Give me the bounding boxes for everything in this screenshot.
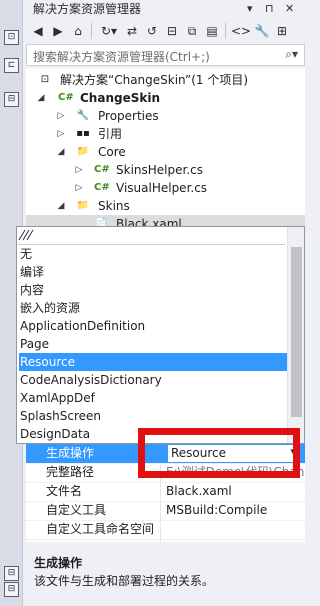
dropdown-option[interactable]: 内容 (19, 281, 287, 299)
description-pane: 生成操作 该文件与生成和部署过程的关系。 (26, 548, 305, 606)
dropdown-option[interactable]: 嵌入的资源 (19, 299, 287, 317)
wrench-icon: 🔧 (76, 110, 90, 121)
toolbar: ◀ ▶ ⌂ ↻▾ ⇄ ↺ ⊟ ⧉ ▤ <> 🔧 ⊞ (23, 18, 305, 44)
expanded-arrow-icon[interactable]: ◢ (36, 89, 46, 107)
window-title: 解决方案资源管理器 (33, 2, 142, 16)
property-name: 完整路径 (46, 465, 95, 479)
solution-icon: ⊡ (40, 74, 50, 85)
description-text: 该文件与生成和部署过程的关系。 (34, 574, 215, 588)
solution-tree: ⊡ 解决方案“ChangeSkin”(1 个项目) ◢ C# ChangeSki… (26, 68, 305, 233)
folder-icon: 📁 (76, 200, 90, 211)
property-value: MSBuild:Compile (166, 503, 268, 517)
collapsed-arrow-icon[interactable]: ▷ (56, 125, 66, 143)
tree-item-skinshelper[interactable]: ▷ C# SkinsHelper.cs (26, 161, 305, 179)
back-icon[interactable]: ◀ (29, 22, 47, 40)
property-name: 生成操作 (46, 446, 95, 460)
preview-icon[interactable]: ⊞ (273, 22, 291, 40)
resize-grip-icon[interactable] (18, 228, 285, 245)
tree-item-label: ChangeSkin (80, 91, 160, 105)
tree-item-project[interactable]: ◢ C# ChangeSkin (26, 89, 305, 107)
build-action-dropdown-list: 无 编译 内容 嵌入的资源 ApplicationDefinition Page… (16, 226, 305, 444)
copy-icon[interactable]: ⧉ (183, 22, 201, 40)
tree-item-visualhelper[interactable]: ▷ C# VisualHelper.cs (26, 179, 305, 197)
title-bar: 解决方案资源管理器 ▾ ⊓ ✕ (23, 0, 305, 18)
tree-item-label: Properties (98, 109, 159, 123)
dropdown-option-selected[interactable]: Resource (19, 353, 287, 371)
csharp-project-icon: C# (58, 92, 74, 103)
server-explorer-icon[interactable]: ⊡ (4, 30, 19, 45)
tree-item-properties[interactable]: ▷ 🔧 Properties (26, 107, 305, 125)
dropdown-option[interactable]: XamlAppDef (19, 389, 287, 407)
csharp-icon: C# (94, 164, 110, 175)
sync-icon[interactable]: ⇄ (123, 22, 141, 40)
error-list-icon[interactable]: ⊟ (4, 582, 19, 597)
tree-item-core[interactable]: ◢ 📁 Core (26, 143, 305, 161)
csharp-icon: C# (94, 182, 110, 193)
folder-icon: 📁 (76, 146, 90, 157)
property-row-custom-tool-namespace[interactable]: 自定义工具命名空间 (26, 520, 305, 540)
dropdown-option[interactable]: ApplicationDefinition (19, 317, 287, 335)
property-value: Black.xaml (166, 484, 232, 498)
properties-icon[interactable]: 🔧 (253, 22, 271, 40)
tree-item-label: VisualHelper.cs (116, 181, 208, 195)
dropdown-arrow-icon[interactable]: ▾ (247, 0, 253, 18)
history-icon[interactable]: ↻▾ (97, 22, 121, 40)
property-row-custom-tool[interactable]: 自定义工具 MSBuild:Compile (26, 501, 305, 521)
tree-item-label: Skins (98, 199, 130, 213)
collapse-all-icon[interactable]: ⊟ (163, 22, 181, 40)
expanded-arrow-icon[interactable]: ◢ (56, 143, 66, 161)
toolbar-separator (225, 23, 226, 39)
scrollbar-thumb[interactable] (291, 247, 302, 417)
collapsed-arrow-icon[interactable]: ▷ (74, 179, 84, 197)
toolbox-icon[interactable]: ⊏ (4, 58, 19, 73)
references-icon: ▪▪ (76, 128, 90, 139)
pin-icon[interactable]: ⊓ (265, 0, 274, 18)
data-sources-icon[interactable]: ⊟ (4, 92, 19, 107)
dropdown-option[interactable]: CodeAnalysisDictionary (19, 371, 287, 389)
dropdown-option[interactable]: 无 (19, 245, 287, 263)
description-title: 生成操作 (34, 556, 83, 570)
property-name: 自定义工具 (46, 503, 107, 517)
tree-item-label: Core (98, 145, 126, 159)
property-row-file-name[interactable]: 文件名 Black.xaml (26, 482, 305, 502)
tree-item-label: 解决方案“ChangeSkin”(1 个项目) (60, 73, 249, 87)
toolbar-separator (91, 23, 92, 39)
dropdown-option[interactable]: Page (19, 335, 287, 353)
dropdown-option[interactable]: 编译 (19, 263, 287, 281)
output-icon[interactable]: ⊟ (4, 566, 19, 581)
grip-lines-icon (18, 229, 34, 241)
search-icon[interactable]: ⌕▾ (285, 47, 298, 62)
forward-icon[interactable]: ▶ (49, 22, 67, 40)
property-name: 自定义工具命名空间 (46, 522, 155, 536)
close-icon[interactable]: ✕ (285, 0, 294, 18)
search-placeholder: 搜索解决方案资源管理器(Ctrl+;) (33, 50, 210, 64)
view-code-icon[interactable]: <> (231, 22, 251, 40)
search-input[interactable]: 搜索解决方案资源管理器(Ctrl+;) ⌕▾ (26, 44, 305, 66)
refresh-icon[interactable]: ↺ (143, 22, 161, 40)
tree-item-solution[interactable]: ⊡ 解决方案“ChangeSkin”(1 个项目) (26, 71, 305, 89)
tree-item-references[interactable]: ▷ ▪▪ 引用 (26, 125, 305, 143)
property-name: 文件名 (46, 484, 83, 498)
home-icon[interactable]: ⌂ (69, 22, 87, 40)
collapsed-arrow-icon[interactable]: ▷ (74, 161, 84, 179)
dropdown-option[interactable]: SplashScreen (19, 407, 287, 425)
show-all-files-icon[interactable]: ▤ (203, 22, 221, 40)
tree-item-label: 引用 (98, 127, 123, 141)
tree-item-label: SkinsHelper.cs (116, 163, 203, 177)
collapsed-arrow-icon[interactable]: ▷ (56, 107, 66, 125)
dropdown-scrollbar[interactable] (287, 227, 304, 443)
highlight-annotation-box (138, 428, 300, 478)
expanded-arrow-icon[interactable]: ◢ (56, 197, 66, 215)
tree-item-skins[interactable]: ◢ 📁 Skins (26, 197, 305, 215)
